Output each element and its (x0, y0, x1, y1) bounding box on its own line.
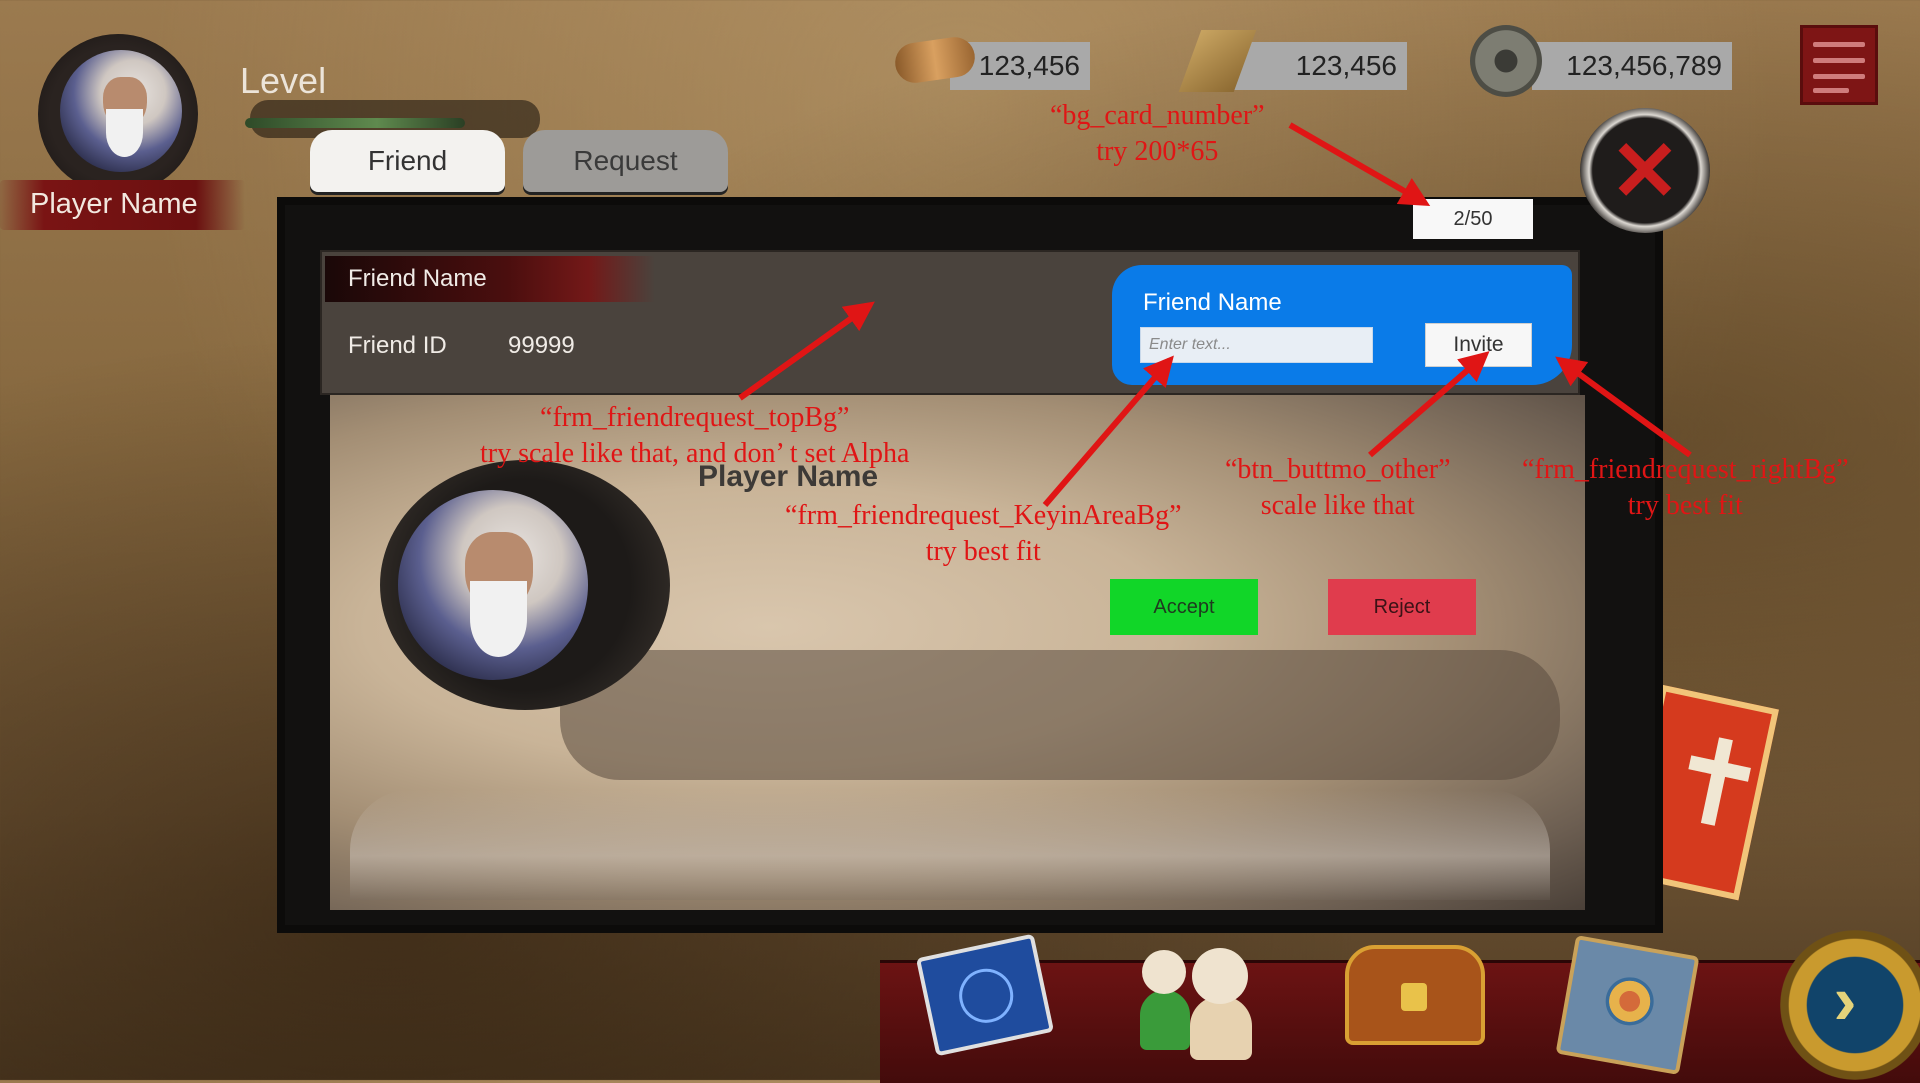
cards-icon[interactable] (1555, 935, 1700, 1075)
chevron-right-icon: › (1833, 961, 1857, 1039)
annotation-button-other-title: “btn_buttmo_other” (1225, 454, 1451, 485)
menu-book-icon[interactable] (1800, 25, 1878, 105)
annotation-keyin: “frm_friendrequest_KeyinAreaBg” try best… (785, 498, 1182, 571)
tab-friend[interactable]: Friend (310, 130, 505, 192)
request-avatar-portrait (398, 490, 588, 680)
accept-button[interactable]: Accept (1110, 579, 1258, 635)
reject-button[interactable]: Reject (1328, 579, 1476, 635)
chest-lock-icon (1401, 983, 1427, 1011)
annotation-right-bg-hint: try best fit (1627, 490, 1743, 522)
coin-icon (1470, 25, 1542, 97)
friend-id-value: 99999 (508, 332, 575, 359)
annotation-right-bg-title: “frm_friendrequest_rightBg” (1522, 454, 1849, 485)
friends-icon[interactable] (1130, 940, 1270, 1060)
panel-ink-streak (560, 650, 1560, 780)
annotation-top-bg-hint: try scale like that, and don’ t set Alph… (480, 438, 910, 470)
annotation-card-number: “bg_card_number” try 200*65 (1050, 98, 1265, 171)
treasure-chest-icon[interactable] (1345, 945, 1485, 1045)
invite-button[interactable]: Invite (1425, 323, 1532, 367)
annotation-top-bg-title: “frm_friendrequest_topBg” (540, 402, 850, 433)
close-button[interactable]: ✕ (1580, 108, 1710, 233)
cards-orb-icon (1601, 973, 1658, 1030)
resource-plank-value: 123,456 (1225, 42, 1407, 90)
friend-id-label: Friend ID (348, 332, 447, 359)
annotation-card-number-hint: try 200*65 (1096, 136, 1219, 168)
close-icon: ✕ (1609, 123, 1681, 218)
annotation-keyin-title: “frm_friendrequest_KeyinAreaBg” (785, 500, 1182, 531)
tab-request[interactable]: Request (523, 130, 728, 192)
player-avatar[interactable] (38, 34, 198, 194)
annotation-card-number-title: “bg_card_number” (1050, 100, 1265, 131)
avatar-portrait (60, 50, 182, 172)
annotation-button-other: “btn_buttmo_other” scale like that (1225, 452, 1451, 525)
cross-icon: ✝ (1653, 708, 1780, 861)
friend-name-input[interactable] (1140, 327, 1373, 363)
friend-name-label: Friend Name (348, 265, 487, 292)
annotation-right-bg: “frm_friendrequest_rightBg” try best fit (1522, 452, 1849, 525)
player-name: Player Name (30, 188, 198, 220)
friend-count: 2/50 (1413, 199, 1533, 239)
next-button[interactable]: › (1780, 930, 1920, 1080)
annotation-keyin-hint: try best fit (925, 536, 1041, 568)
annotation-top-bg: “frm_friendrequest_topBg” try scale like… (480, 400, 909, 473)
level-progress-bar (245, 118, 465, 128)
panel-mist (350, 790, 1550, 900)
resource-coin-value: 123,456,789 (1532, 42, 1732, 90)
request-avatar (380, 460, 670, 710)
book-emblem-icon (954, 963, 1019, 1028)
annotation-button-other-hint: scale like that (1260, 490, 1415, 522)
invite-friend-name-label: Friend Name (1143, 289, 1282, 316)
level-label: Level (240, 60, 327, 101)
